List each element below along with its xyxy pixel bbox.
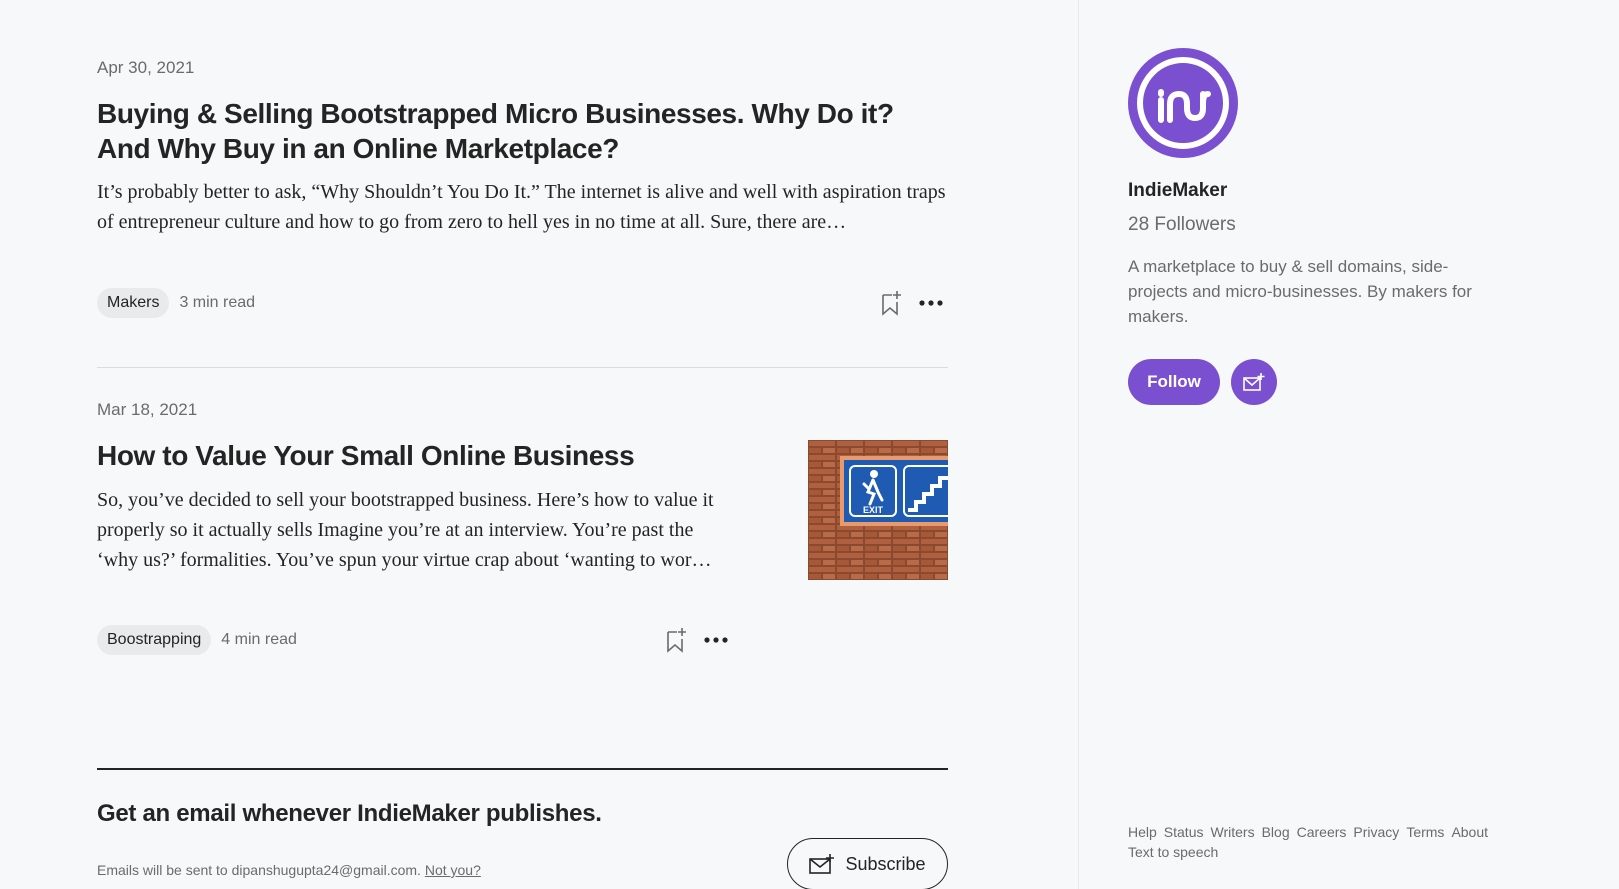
footer-link-writers[interactable]: Writers xyxy=(1211,824,1255,840)
subscribe-title: Get an email whenever IndieMaker publish… xyxy=(97,800,602,827)
more-options-icon[interactable] xyxy=(703,629,729,651)
footer-link-status[interactable]: Status xyxy=(1164,824,1204,840)
exit-sign-text: EXIT xyxy=(863,505,884,515)
footer-links: Help Status Writers Blog Careers Privacy Terms… xyxy=(1128,822,1528,862)
publication-description: A marketplace to buy & sell domains, sid… xyxy=(1128,257,1472,326)
bookmark-add-icon[interactable] xyxy=(878,289,904,317)
subscribe-label: Subscribe xyxy=(845,853,926,874)
main-column: Apr 30, 2021 Buying & Selling Bootstrapp… xyxy=(0,0,1078,889)
footer-link-help[interactable]: Help xyxy=(1128,824,1157,840)
publication-name[interactable]: IndieMaker xyxy=(1128,180,1227,202)
article-excerpt[interactable]: So, you’ve decided to sell your bootstra… xyxy=(97,485,737,575)
footer-link-careers[interactable]: Careers xyxy=(1297,824,1347,840)
sidebar: IndieMaker 28 Followers A marketplace to… xyxy=(1079,0,1619,889)
topic-tag[interactable]: Boostrapping xyxy=(97,625,212,655)
subscribe-note: Emails will be sent to dipanshugupta24@g… xyxy=(97,862,481,878)
footer-link-about[interactable]: About xyxy=(1451,824,1488,840)
article-meta: Makers 3 min read xyxy=(97,288,255,318)
subscribe-divider xyxy=(97,768,948,770)
article-meta: Boostrapping 4 min read xyxy=(97,625,297,655)
article-date: Mar 18, 2021 xyxy=(97,400,198,419)
article-thumbnail[interactable]: EXIT xyxy=(808,440,948,580)
footer-link-terms[interactable]: Terms xyxy=(1406,824,1444,840)
read-time: 3 min read xyxy=(179,294,256,311)
more-options-icon[interactable] xyxy=(918,292,944,314)
read-time: 4 min read xyxy=(221,631,297,648)
article-title[interactable]: How to Value Your Small Online Business xyxy=(97,438,737,473)
article-excerpt[interactable]: It’s probably better to ask, “Why Should… xyxy=(97,177,948,237)
subscribe-email-note: Emails will be sent to dipanshugupta24@g… xyxy=(97,862,421,878)
footer-link-blog[interactable]: Blog xyxy=(1262,824,1290,840)
indiemaker-logo[interactable] xyxy=(1128,48,1238,158)
footer-link-text-to-speech[interactable]: Text to speech xyxy=(1128,844,1218,860)
follow-button[interactable]: Follow xyxy=(1128,359,1220,405)
article-divider xyxy=(97,367,948,368)
article-date: Apr 30, 2021 xyxy=(97,58,195,77)
article-title[interactable]: Buying & Selling Bootstrapped Micro Busi… xyxy=(97,96,927,166)
article-card[interactable]: Mar 18, 2021 How to Value Your Small Onl… xyxy=(97,400,737,575)
subscribe-button[interactable]: Subscribe xyxy=(787,838,948,889)
footer-link-privacy[interactable]: Privacy xyxy=(1353,824,1399,840)
topic-tag[interactable]: Makers xyxy=(97,288,170,318)
not-you-link[interactable]: Not you? xyxy=(425,862,481,878)
follower-count[interactable]: 28 Followers xyxy=(1128,214,1236,236)
bookmark-add-icon[interactable] xyxy=(663,626,689,654)
email-subscribe-button[interactable] xyxy=(1231,359,1277,405)
article-card[interactable]: Apr 30, 2021 Buying & Selling Bootstrapp… xyxy=(97,58,948,237)
mail-plus-icon xyxy=(1243,373,1265,391)
mail-plus-icon xyxy=(809,854,835,874)
